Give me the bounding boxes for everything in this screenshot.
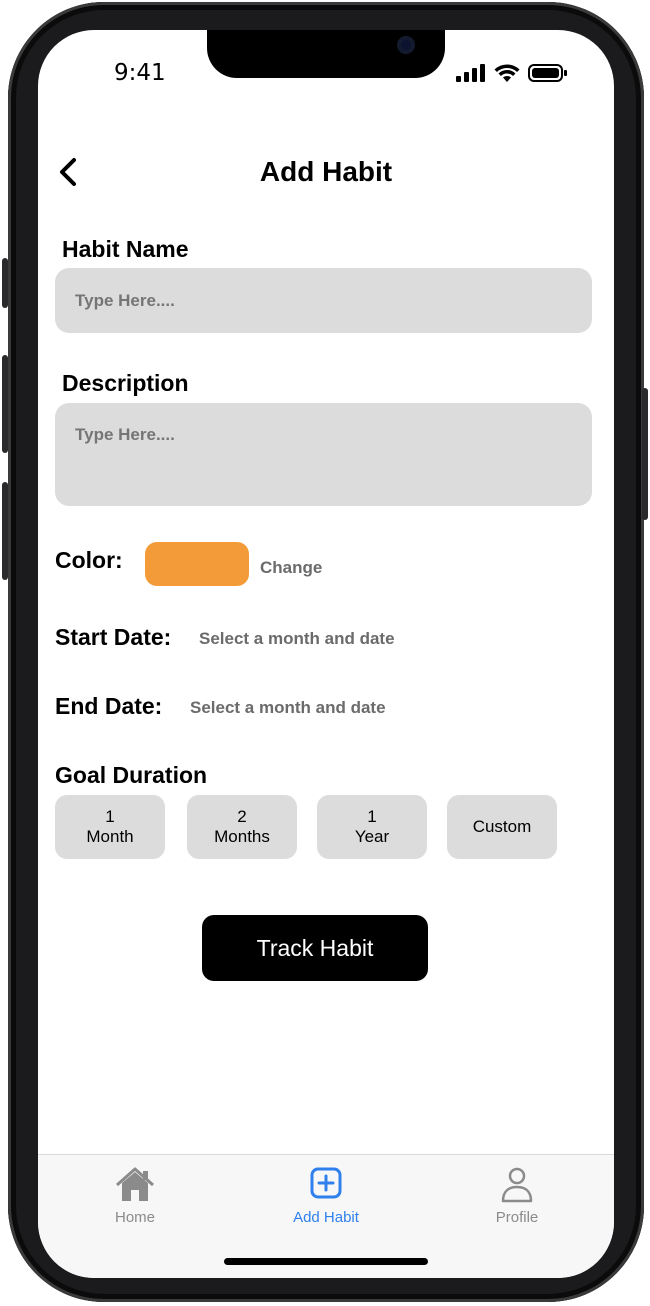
plus-square-icon — [310, 1167, 342, 1199]
front-camera — [397, 36, 415, 54]
silent-switch — [2, 258, 8, 308]
home-icon — [116, 1167, 154, 1201]
page-title: Add Habit — [259, 156, 393, 187]
color-label: Color: — [55, 547, 123, 573]
goal-option-1-year[interactable]: 1 Year — [317, 795, 427, 859]
wifi-icon — [494, 63, 520, 82]
goal-option-unit: Year — [354, 827, 390, 846]
header: Add Habit — [38, 154, 614, 194]
tab-profile[interactable]: Profile — [457, 1165, 577, 1226]
home-indicator[interactable] — [224, 1258, 428, 1265]
cellular-signal-icon — [456, 64, 485, 82]
volume-down-button — [2, 482, 8, 580]
volume-up-button — [2, 355, 8, 453]
goal-duration-label: Goal Duration — [55, 762, 208, 788]
person-icon — [501, 1167, 533, 1203]
goal-option-custom[interactable]: Custom — [447, 795, 557, 859]
notch — [207, 30, 445, 78]
change-color-link[interactable]: Change — [260, 558, 322, 578]
power-button — [642, 388, 648, 520]
goal-option-number: 1 — [105, 807, 115, 826]
end-date-picker[interactable]: Select a month and date — [190, 698, 386, 718]
habit-name-label: Habit Name — [62, 236, 189, 262]
description-label: Description — [62, 370, 189, 396]
start-date-picker[interactable]: Select a month and date — [199, 629, 395, 649]
track-habit-button[interactable]: Track Habit — [202, 915, 428, 981]
battery-icon — [528, 64, 567, 82]
tab-profile-label: Profile — [495, 1209, 539, 1226]
color-swatch[interactable] — [145, 542, 249, 586]
description-input[interactable] — [55, 403, 592, 506]
goal-option-2-months[interactable]: 2 Months — [187, 795, 297, 859]
status-time: 9:41 — [114, 60, 166, 86]
tab-add-habit[interactable]: Add Habit — [266, 1165, 386, 1226]
goal-option-unit: Month — [86, 827, 134, 846]
goal-option-number: 1 — [367, 807, 377, 826]
goal-option-unit: Custom — [472, 817, 532, 836]
start-date-label: Start Date: — [55, 624, 172, 650]
tab-home-label: Home — [114, 1209, 155, 1226]
tab-home[interactable]: Home — [75, 1165, 195, 1226]
habit-name-input[interactable] — [55, 268, 592, 333]
screen: 9:41 Add Habit Habit Name Description Co… — [38, 30, 614, 1278]
end-date-label: End Date: — [55, 693, 163, 719]
tab-add-habit-label: Add Habit — [293, 1209, 359, 1226]
status-icons — [456, 63, 568, 83]
goal-option-1-month[interactable]: 1 Month — [55, 795, 165, 859]
goal-option-number: 2 — [237, 807, 247, 826]
goal-option-unit: Months — [214, 827, 270, 846]
